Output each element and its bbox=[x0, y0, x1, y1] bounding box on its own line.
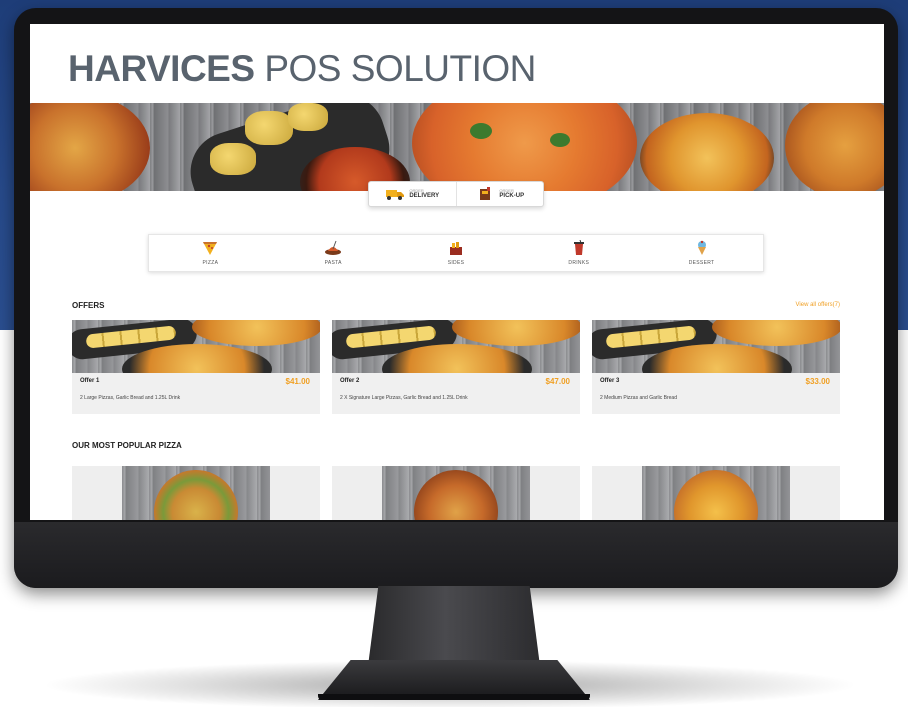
offer-name: Offer 1 bbox=[80, 378, 100, 384]
popular-pizza bbox=[154, 470, 238, 520]
offer-image bbox=[332, 320, 580, 373]
hero-pizza-right bbox=[640, 113, 774, 191]
category-pasta[interactable]: PASTA bbox=[293, 240, 373, 266]
delivery-truck-icon bbox=[386, 190, 405, 200]
popular-pizza-card[interactable] bbox=[592, 466, 840, 520]
hero-pizza-left bbox=[30, 103, 150, 191]
brand-title: HARVICES POS SOLUTION bbox=[68, 48, 536, 90]
order-delivery-label: DELIVERY bbox=[409, 193, 440, 199]
sides-basket-icon bbox=[449, 242, 462, 255]
hero-pizza-far-right bbox=[785, 103, 884, 191]
popular-pizza bbox=[674, 470, 758, 520]
hero-banner bbox=[30, 103, 884, 191]
offer-price: $41.00 bbox=[285, 377, 310, 386]
hero-pizza-center bbox=[412, 103, 637, 191]
category-pasta-label: PASTA bbox=[324, 260, 342, 266]
category-pizza[interactable]: PIZZA bbox=[170, 240, 250, 266]
order-pickup-label: PICK-UP bbox=[499, 193, 525, 199]
drink-cup-icon bbox=[573, 240, 584, 255]
category-dessert[interactable]: DESSERT bbox=[662, 240, 742, 266]
hero-garlic-bread-2 bbox=[210, 143, 256, 175]
order-pickup-button[interactable]: ORDER PICK-UP bbox=[457, 182, 544, 206]
offer-image-pizza-1 bbox=[452, 320, 580, 346]
order-type-toggle: ORDER DELIVERY ORDER PICK-UP bbox=[368, 181, 544, 207]
offer-price: $33.00 bbox=[805, 377, 830, 386]
brand-rest: POS SOLUTION bbox=[264, 48, 536, 89]
offer-card[interactable]: Offer 3 $33.00 2 Medium Pizzas and Garli… bbox=[592, 320, 840, 414]
category-drinks-label: DRINKS bbox=[568, 260, 590, 266]
popular-pizza-image bbox=[382, 466, 530, 520]
offer-description: 2 Medium Pizzas and Garlic Bread bbox=[600, 395, 677, 401]
offer-card[interactable]: Offer 2 $47.00 2 X Signature Large Pizza… bbox=[332, 320, 580, 414]
popular-pizza-image bbox=[642, 466, 790, 520]
dessert-icon bbox=[697, 240, 706, 255]
offer-description: 2 Large Pizzas, Garlic Bread and 1.25L D… bbox=[80, 395, 181, 401]
monitor-screen: HARVICES POS SOLUTION ORDER DELIVERY ORD… bbox=[30, 24, 884, 520]
category-sides[interactable]: SIDES bbox=[416, 240, 496, 266]
category-sides-label: SIDES bbox=[447, 260, 465, 266]
offer-name: Offer 2 bbox=[340, 378, 360, 384]
popular-pizza bbox=[414, 470, 498, 520]
offer-name: Offer 3 bbox=[600, 378, 620, 384]
category-pizza-label: PIZZA bbox=[202, 260, 219, 266]
offer-card[interactable]: Offer 1 $41.00 2 Large Pizzas, Garlic Br… bbox=[72, 320, 320, 414]
hero-basil-2 bbox=[550, 133, 570, 147]
hero-basil-1 bbox=[470, 123, 492, 139]
monitor-stand-edge bbox=[318, 694, 590, 700]
offer-image bbox=[72, 320, 320, 373]
brand-bold: HARVICES bbox=[68, 48, 255, 89]
pickup-bag-icon bbox=[480, 187, 491, 200]
monitor-stand-neck bbox=[368, 586, 540, 666]
order-delivery-button[interactable]: ORDER DELIVERY bbox=[369, 182, 457, 206]
popular-pizza-title: OUR MOST POPULAR PIZZA bbox=[72, 441, 182, 450]
category-drinks[interactable]: DRINKS bbox=[539, 240, 619, 266]
popular-pizza-card[interactable] bbox=[72, 466, 320, 520]
offer-price: $47.00 bbox=[545, 377, 570, 386]
pasta-plate-icon bbox=[325, 240, 342, 255]
monitor-chin bbox=[14, 522, 898, 588]
offer-image-pizza-1 bbox=[712, 320, 840, 346]
offer-description: 2 X Signature Large Pizzas, Garlic Bread… bbox=[340, 395, 468, 401]
offers-title: OFFERS bbox=[72, 301, 105, 310]
popular-pizza-card[interactable] bbox=[332, 466, 580, 520]
pizza-slice-icon bbox=[203, 242, 218, 255]
view-all-offers-link[interactable]: View all offers(7) bbox=[796, 302, 840, 308]
hero-garlic-bread-3 bbox=[288, 103, 328, 131]
offer-image-pizza-1 bbox=[192, 320, 320, 346]
category-dessert-label: DESSERT bbox=[688, 260, 715, 266]
category-bar: PIZZA PASTA SIDES DRINKS DESSERT bbox=[148, 234, 764, 272]
offer-image bbox=[592, 320, 840, 373]
hero-garlic-bread-1 bbox=[245, 111, 293, 145]
popular-pizza-image bbox=[122, 466, 270, 520]
